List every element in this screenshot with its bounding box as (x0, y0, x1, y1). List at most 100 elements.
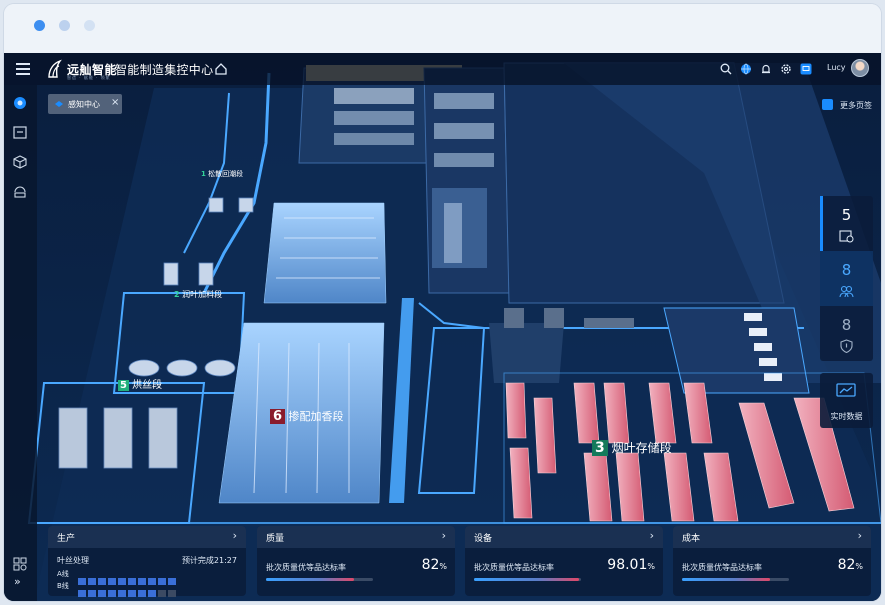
progress-cell (98, 590, 106, 597)
metric-bar-fill (266, 578, 354, 581)
window-minimize-dot[interactable] (59, 20, 70, 31)
card-title: 设备 (474, 534, 493, 544)
metric-label: 批次质量优等品达标率 (474, 563, 554, 572)
progress-cell (168, 590, 176, 597)
perception-tab-icon (55, 101, 63, 107)
cube-nav-icon[interactable] (12, 154, 28, 170)
metric-bar-fill (474, 578, 579, 581)
chevron-right-icon[interactable]: › (442, 529, 446, 542)
shield-alert-icon (840, 339, 853, 353)
zone-name: 松散回潮段 (208, 170, 244, 178)
zone-label-5[interactable]: 5 烘丝段 (118, 376, 162, 391)
production-task: 叶丝处理 (57, 556, 89, 565)
avatar[interactable] (851, 59, 869, 77)
more-pages-link[interactable]: 更多页签 (840, 100, 872, 111)
dashboard-app: 远舢智能 智造 · 赋能 · 领航 智能制造集控中心 Lucy » 感知中心 ×… (4, 53, 881, 601)
people-icon (839, 285, 854, 298)
card-header: 质量 › (257, 526, 455, 548)
expand-sidebar-icon[interactable]: » (14, 575, 21, 588)
zone-label-1[interactable]: 1 松散回潮段 (201, 169, 243, 179)
gear-icon[interactable] (780, 63, 792, 75)
stat-value: 8 (841, 261, 852, 279)
line-b-label: B线 (57, 582, 69, 590)
bell-icon[interactable] (760, 63, 772, 75)
window-maximize-dot[interactable] (84, 20, 95, 31)
stat-tasks[interactable]: 5 (820, 196, 873, 251)
production-eta: 预计完成21:27 (181, 556, 237, 565)
card-header: 生产 › (48, 526, 246, 548)
brand-tagline: 智造 · 赋能 · 领航 (67, 75, 111, 80)
left-sidebar (4, 85, 37, 601)
window-titlebar (4, 4, 881, 52)
metric-value: 82% (421, 557, 447, 573)
globe-icon[interactable] (740, 63, 752, 75)
browser-window: 远舢智能 智造 · 赋能 · 领航 智能制造集控中心 Lucy » 感知中心 ×… (4, 4, 881, 601)
tab-perception-center[interactable]: 感知中心 × (48, 94, 122, 114)
line-a-label: A线 (57, 570, 69, 578)
metric-label: 批次质量优等品达标率 (266, 563, 346, 572)
realtime-data-button[interactable]: 实时数据 (820, 373, 873, 428)
more-pages-icon[interactable] (822, 99, 833, 110)
zone-number: 1 (201, 170, 206, 178)
chevron-right-icon[interactable]: › (858, 529, 862, 542)
zone-number: 3 (592, 440, 608, 456)
production-card[interactable]: 生产 › 叶丝处理 预计完成21:27 A线 B线 (48, 526, 246, 597)
device-nav-icon[interactable] (12, 184, 28, 200)
stat-value: 5 (841, 206, 852, 224)
perception-center-nav-icon[interactable] (12, 95, 28, 111)
progress-cell (158, 590, 166, 597)
zone-name: 掺配加香段 (288, 410, 344, 423)
right-stats-panel: 5 8 8 (820, 196, 873, 361)
card-header: 成本 › (673, 526, 871, 548)
progress-cell (138, 590, 146, 597)
zone-name: 润叶加料段 (182, 290, 223, 299)
calendar-nav-icon[interactable] (12, 124, 28, 140)
equipment-card[interactable]: 设备 › 批次质量优等品达标率 98.01% (465, 526, 663, 596)
metric-value: 82% (837, 557, 863, 573)
metric-label: 批次质量优等品达标率 (682, 563, 762, 572)
apps-grid-icon[interactable] (12, 556, 28, 572)
realtime-label: 实时数据 (830, 412, 863, 421)
calendar-clock-icon (839, 230, 854, 243)
quality-card[interactable]: 质量 › 批次质量优等品达标率 82% (257, 526, 455, 596)
metric-bar (474, 578, 581, 581)
stat-value: 8 (841, 316, 852, 334)
user-name[interactable]: Lucy (827, 63, 846, 72)
cost-card[interactable]: 成本 › 批次质量优等品达标率 82% (673, 526, 871, 596)
zone-label-3[interactable]: 3 烟叶存储段 (592, 439, 672, 456)
close-icon[interactable]: × (111, 97, 119, 108)
stat-personnel[interactable]: 8 (820, 251, 873, 306)
metric-value: 98.01% (607, 557, 655, 573)
progress-cell (108, 590, 116, 597)
card-title: 成本 (682, 534, 701, 544)
line-a-progress (78, 570, 178, 585)
home-icon[interactable] (214, 62, 228, 76)
zone-number: 6 (270, 409, 286, 424)
metric-bar (266, 578, 373, 581)
zone-name: 烘丝段 (132, 380, 163, 391)
stat-alerts[interactable]: 8 (820, 306, 873, 361)
card-title: 质量 (266, 534, 285, 544)
progress-cell (128, 590, 136, 597)
progress-cell (148, 590, 156, 597)
zone-label-6[interactable]: 6 掺配加香段 (270, 408, 344, 424)
line-b-progress (78, 582, 178, 597)
monitor-chart-icon (836, 383, 856, 397)
chevron-right-icon[interactable]: › (233, 529, 237, 542)
card-header: 设备 › (465, 526, 663, 548)
factory-3d-scene (4, 53, 881, 601)
search-icon[interactable] (720, 63, 732, 75)
brand-logo-icon (48, 59, 62, 78)
chevron-right-icon[interactable]: › (650, 529, 654, 542)
page-title: 智能制造集控中心 (115, 63, 214, 77)
top-header: 远舢智能 智造 · 赋能 · 领航 智能制造集控中心 Lucy (4, 53, 881, 85)
screen-share-icon[interactable] (800, 63, 812, 75)
progress-cell (118, 590, 126, 597)
zone-label-2[interactable]: 2 润叶加料段 (174, 289, 222, 300)
zone-name: 烟叶存储段 (611, 441, 672, 455)
metric-bar-fill (682, 578, 770, 581)
menu-icon[interactable] (16, 63, 30, 75)
metric-bar (682, 578, 789, 581)
zone-number: 5 (118, 380, 129, 391)
window-close-dot[interactable] (34, 20, 45, 31)
